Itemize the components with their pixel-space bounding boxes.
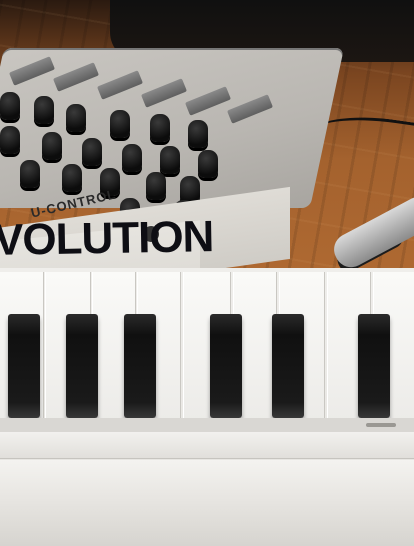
knob (82, 138, 102, 166)
knob (34, 96, 54, 124)
knob (188, 120, 208, 148)
knob (160, 146, 180, 174)
photo-scene: U-CONTROL VOLUTION (0, 0, 414, 546)
black-key (272, 314, 304, 418)
black-key (8, 314, 40, 418)
controller-top-panel (0, 48, 345, 208)
knob (150, 114, 170, 142)
knob (62, 164, 82, 192)
key-bed (0, 418, 414, 432)
knob (66, 104, 86, 132)
knob (122, 144, 142, 172)
black-key (210, 314, 242, 418)
black-key (358, 314, 390, 418)
knob (0, 92, 20, 120)
keyboard-base (0, 500, 414, 546)
knob (146, 172, 166, 200)
device-name-text: VOLUTION (0, 212, 214, 265)
knob (0, 126, 20, 154)
keyboard-slot (366, 423, 396, 427)
black-key (124, 314, 156, 418)
keyboard-lower-panel (0, 460, 414, 501)
knob (20, 160, 40, 188)
knob (42, 132, 62, 160)
knob (110, 110, 130, 138)
knob (198, 150, 218, 178)
black-key (66, 314, 98, 418)
keyboard-front-strip (0, 432, 414, 459)
